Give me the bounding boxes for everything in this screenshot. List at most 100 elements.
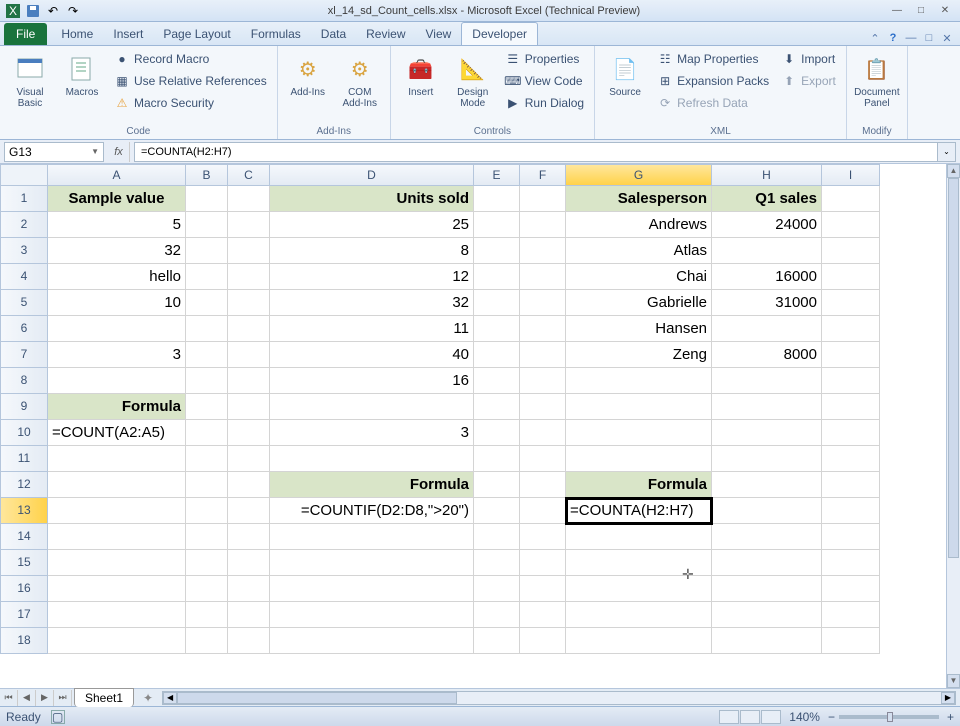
cell-C13[interactable]	[228, 498, 270, 524]
cell-F7[interactable]	[520, 342, 566, 368]
col-header-I[interactable]: I	[822, 164, 880, 186]
tab-first-icon[interactable]: ⏮	[0, 690, 18, 706]
cell-G5[interactable]: Gabrielle	[566, 290, 712, 316]
cell-D18[interactable]	[270, 628, 474, 654]
view-code-button[interactable]: ⌨View Code	[501, 71, 588, 91]
formula-input[interactable]: =COUNTA(H2:H7)	[134, 142, 938, 162]
cell-H11[interactable]	[712, 446, 822, 472]
cell-H2[interactable]: 24000	[712, 212, 822, 238]
cell-C6[interactable]	[228, 316, 270, 342]
new-sheet-icon[interactable]: ✦	[138, 691, 158, 705]
cell-F1[interactable]	[520, 186, 566, 212]
cell-I7[interactable]	[822, 342, 880, 368]
cell-D11[interactable]	[270, 446, 474, 472]
cell-E4[interactable]	[474, 264, 520, 290]
tab-next-icon[interactable]: ▶	[36, 690, 54, 706]
zoom-percent[interactable]: 140%	[789, 710, 820, 724]
cell-A7[interactable]: 3	[48, 342, 186, 368]
cell-F5[interactable]	[520, 290, 566, 316]
cell-H3[interactable]	[712, 238, 822, 264]
redo-icon[interactable]: ↷	[64, 2, 82, 20]
cell-D16[interactable]	[270, 576, 474, 602]
cell-B7[interactable]	[186, 342, 228, 368]
cell-D8[interactable]: 16	[270, 368, 474, 394]
cell-I8[interactable]	[822, 368, 880, 394]
row-header-6[interactable]: 6	[0, 316, 48, 342]
row-header-2[interactable]: 2	[0, 212, 48, 238]
design-mode-button[interactable]: 📐Design Mode	[449, 49, 497, 109]
cell-G9[interactable]	[566, 394, 712, 420]
cells-grid[interactable]: Sample valueUnits soldSalespersonQ1 sale…	[48, 186, 946, 688]
tab-review[interactable]: Review	[356, 23, 415, 45]
cell-B10[interactable]	[186, 420, 228, 446]
cell-A15[interactable]	[48, 550, 186, 576]
cell-C17[interactable]	[228, 602, 270, 628]
visual-basic-button[interactable]: Visual Basic	[6, 49, 54, 109]
cell-I16[interactable]	[822, 576, 880, 602]
tab-page-layout[interactable]: Page Layout	[153, 23, 240, 45]
cell-A1[interactable]: Sample value	[48, 186, 186, 212]
cell-B3[interactable]	[186, 238, 228, 264]
cell-H14[interactable]	[712, 524, 822, 550]
cell-H4[interactable]: 16000	[712, 264, 822, 290]
row-header-16[interactable]: 16	[0, 576, 48, 602]
cell-D15[interactable]	[270, 550, 474, 576]
formula-expand-icon[interactable]: ⌄	[938, 142, 956, 162]
cell-G18[interactable]	[566, 628, 712, 654]
cell-E7[interactable]	[474, 342, 520, 368]
cell-C1[interactable]	[228, 186, 270, 212]
cell-E1[interactable]	[474, 186, 520, 212]
col-header-E[interactable]: E	[474, 164, 520, 186]
cell-H8[interactable]	[712, 368, 822, 394]
cell-A18[interactable]	[48, 628, 186, 654]
undo-icon[interactable]: ↶	[44, 2, 62, 20]
excel-icon[interactable]: X	[4, 2, 22, 20]
cell-B5[interactable]	[186, 290, 228, 316]
cell-G2[interactable]: Andrews	[566, 212, 712, 238]
cell-I10[interactable]	[822, 420, 880, 446]
row-header-15[interactable]: 15	[0, 550, 48, 576]
cell-B8[interactable]	[186, 368, 228, 394]
cell-A4[interactable]: hello	[48, 264, 186, 290]
cell-C11[interactable]	[228, 446, 270, 472]
select-all-corner[interactable]	[0, 164, 48, 186]
cell-E17[interactable]	[474, 602, 520, 628]
cell-E13[interactable]	[474, 498, 520, 524]
cell-H15[interactable]	[712, 550, 822, 576]
cell-C7[interactable]	[228, 342, 270, 368]
col-header-A[interactable]: A	[48, 164, 186, 186]
col-header-H[interactable]: H	[712, 164, 822, 186]
cell-A9[interactable]: Formula	[48, 394, 186, 420]
cell-H6[interactable]	[712, 316, 822, 342]
cell-D12[interactable]: Formula	[270, 472, 474, 498]
cell-C18[interactable]	[228, 628, 270, 654]
row-header-3[interactable]: 3	[0, 238, 48, 264]
minimize-ribbon-icon[interactable]: ⌃	[868, 31, 882, 45]
sheet-tab-sheet1[interactable]: Sheet1	[74, 688, 134, 707]
cell-A11[interactable]	[48, 446, 186, 472]
row-header-9[interactable]: 9	[0, 394, 48, 420]
cell-H13[interactable]	[712, 498, 822, 524]
cell-G7[interactable]: Zeng	[566, 342, 712, 368]
cell-F15[interactable]	[520, 550, 566, 576]
cell-I1[interactable]	[822, 186, 880, 212]
cell-B14[interactable]	[186, 524, 228, 550]
cell-A3[interactable]: 32	[48, 238, 186, 264]
row-header-8[interactable]: 8	[0, 368, 48, 394]
cell-B2[interactable]	[186, 212, 228, 238]
cell-H12[interactable]	[712, 472, 822, 498]
cell-E16[interactable]	[474, 576, 520, 602]
cell-H7[interactable]: 8000	[712, 342, 822, 368]
cell-B15[interactable]	[186, 550, 228, 576]
cell-H9[interactable]	[712, 394, 822, 420]
cell-I17[interactable]	[822, 602, 880, 628]
cell-A8[interactable]	[48, 368, 186, 394]
fx-button[interactable]: fx	[108, 142, 130, 162]
row-header-5[interactable]: 5	[0, 290, 48, 316]
cell-B16[interactable]	[186, 576, 228, 602]
cell-F3[interactable]	[520, 238, 566, 264]
page-layout-view-icon[interactable]	[740, 710, 760, 724]
cell-C16[interactable]	[228, 576, 270, 602]
cell-C10[interactable]	[228, 420, 270, 446]
vertical-scrollbar[interactable]: ▲ ▼	[946, 164, 960, 688]
